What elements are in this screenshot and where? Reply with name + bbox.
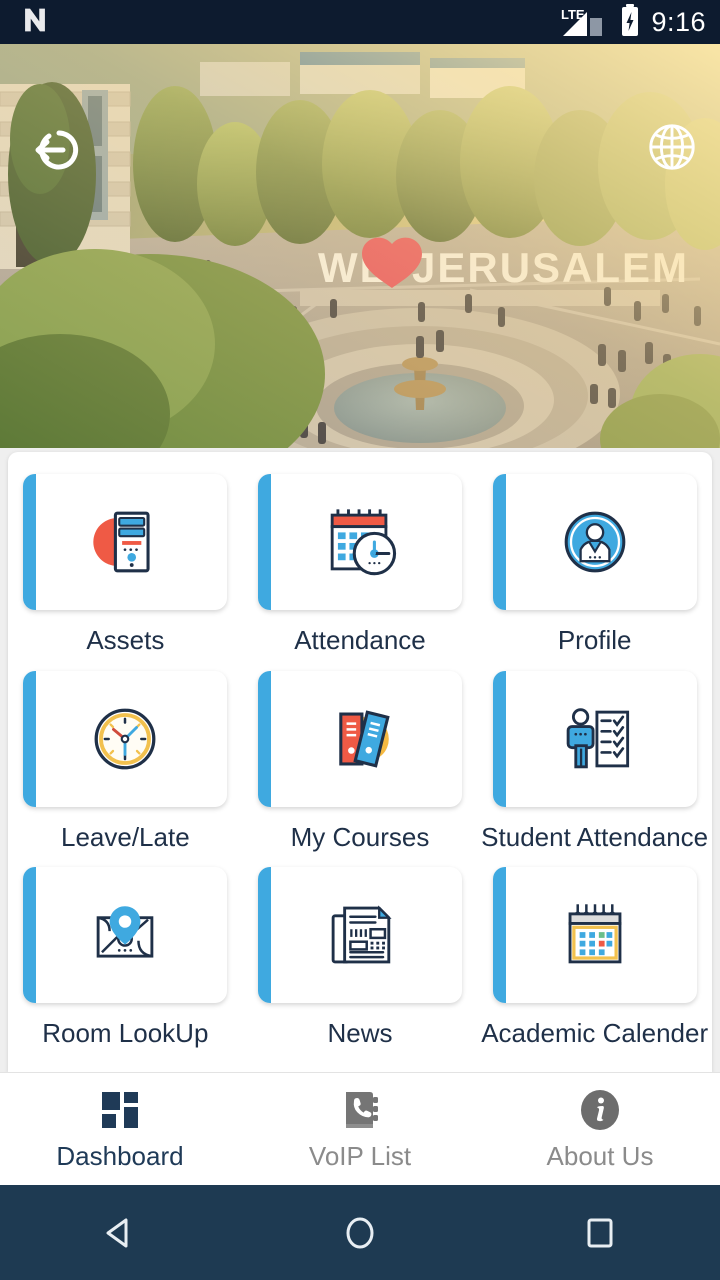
tile-label: Attendance	[294, 625, 426, 655]
tile-my-courses[interactable]: My Courses	[243, 661, 478, 858]
recents-square-icon	[587, 1218, 613, 1247]
bottom-navigation: Dashboard VoIP List About Us	[0, 1072, 720, 1185]
language-button[interactable]	[645, 120, 699, 174]
tile-assets[interactable]: Assets	[8, 464, 243, 661]
tile-card[interactable]	[492, 867, 697, 1004]
status-bar-indicators: LTE 9:16	[561, 3, 706, 42]
system-navigation-bar	[0, 1185, 720, 1280]
dashboard-grid-icon	[102, 1092, 138, 1128]
battery-charging-icon	[619, 3, 641, 42]
signal-bars-icon: LTE	[561, 6, 609, 38]
app-screen: LTE 9:16 Assets Attendance Profile Leave…	[0, 0, 720, 1280]
newspaper-icon	[331, 905, 392, 964]
nav-label: Dashboard	[56, 1141, 184, 1171]
tile-card[interactable]	[257, 474, 462, 610]
globe-icon	[649, 124, 695, 170]
tile-card[interactable]	[492, 474, 697, 610]
dashboard-grid: Assets Attendance Profile Leave/Late My …	[8, 464, 712, 1054]
campus-photo: WE JERUSALEM	[0, 44, 720, 448]
map-pin-icon	[97, 906, 154, 958]
tile-room-lookup[interactable]: Room LookUp	[8, 857, 243, 1054]
tile-label: Academic Calender	[481, 1018, 709, 1049]
tile-label: Leave/Late	[60, 821, 190, 852]
nav-item-voip-list[interactable]: VoIP List	[240, 1086, 480, 1172]
nav-item-about-us[interactable]: About Us	[480, 1086, 720, 1172]
calendar-clock-icon	[330, 509, 397, 576]
home-circle-icon	[346, 1217, 374, 1248]
nav-label: About Us	[546, 1141, 654, 1171]
tile-card[interactable]	[257, 670, 462, 807]
nav-item-dashboard[interactable]: Dashboard	[0, 1086, 240, 1172]
tile-card[interactable]	[23, 474, 228, 610]
status-bar-notifications	[18, 3, 52, 42]
tile-label: My Courses	[290, 821, 430, 852]
dashboard-panel: Assets Attendance Profile Leave/Late My …	[8, 452, 712, 1072]
tile-news[interactable]: News	[243, 857, 478, 1054]
tile-profile[interactable]: Profile	[477, 464, 712, 661]
info-circle-icon	[581, 1090, 619, 1130]
phone-book-icon	[346, 1092, 378, 1128]
home-button[interactable]	[240, 1210, 480, 1256]
user-avatar-icon	[564, 511, 625, 573]
back-button[interactable]	[0, 1210, 240, 1256]
nav-label: VoIP List	[308, 1141, 412, 1171]
tile-card[interactable]	[23, 670, 228, 807]
tile-label: Student Attendance	[481, 821, 709, 852]
server-tower-icon	[93, 511, 150, 573]
tile-card[interactable]	[257, 867, 462, 1004]
logout-icon	[35, 130, 79, 170]
hero-banner: WE JERUSALEM	[0, 44, 720, 448]
tile-label: News	[327, 1018, 393, 1049]
tile-leave-late[interactable]: Leave/Late	[8, 661, 243, 858]
recents-button[interactable]	[480, 1210, 720, 1256]
status-bar: LTE 9:16	[0, 0, 720, 44]
tile-card[interactable]	[492, 670, 697, 807]
spiral-calendar-icon	[568, 904, 622, 964]
tile-label: Profile	[557, 625, 632, 655]
status-bar-clock: 9:16	[651, 6, 706, 37]
tile-card[interactable]	[23, 867, 228, 1004]
clock-icon	[94, 708, 156, 770]
back-triangle-icon	[106, 1218, 128, 1247]
tile-academic-calendar[interactable]: Academic Calender	[477, 857, 712, 1054]
books-binders-icon	[339, 709, 390, 768]
tile-student-attendance[interactable]: Student Attendance	[477, 661, 712, 858]
person-checklist-icon	[566, 707, 629, 768]
android-n-logo-icon	[18, 3, 52, 42]
tile-attendance[interactable]: Attendance	[243, 464, 478, 661]
tile-label: Room LookUp	[42, 1018, 209, 1049]
tile-label: Assets	[86, 625, 165, 655]
logout-button[interactable]	[29, 123, 83, 177]
